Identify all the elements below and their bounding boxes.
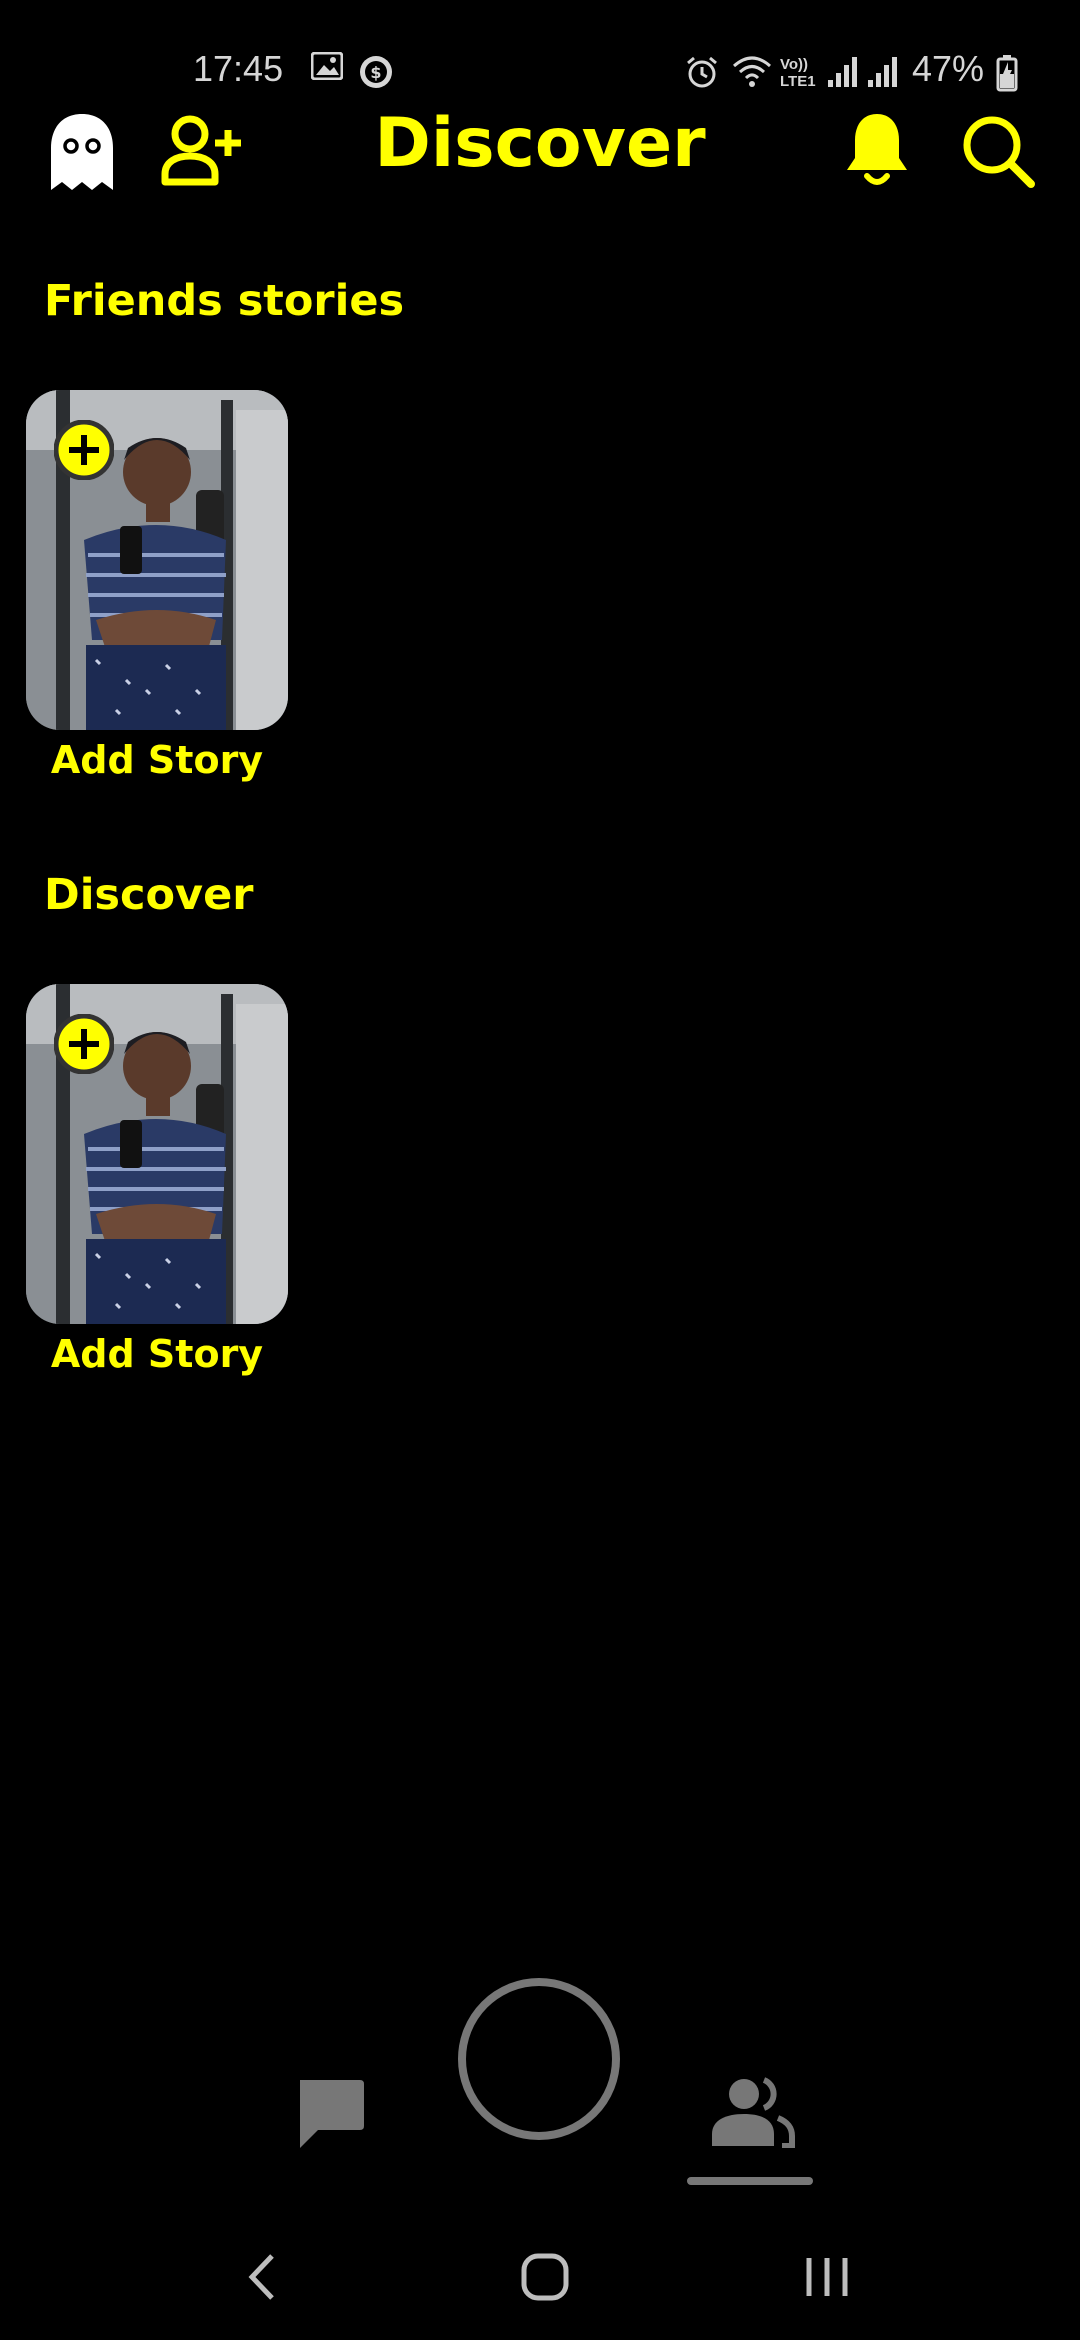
section-title-friends-stories: Friends stories <box>44 276 405 326</box>
search-icon[interactable] <box>961 114 1035 188</box>
bell-icon[interactable] <box>843 110 911 190</box>
svg-text:$: $ <box>370 63 381 82</box>
battery-percentage: 47% <box>912 48 985 89</box>
section-title-discover: Discover <box>44 870 254 920</box>
add-story-card[interactable] <box>26 390 288 730</box>
add-story-label[interactable]: Add Story <box>26 1332 288 1376</box>
recents-icon[interactable] <box>803 2252 851 2302</box>
signal-icon <box>868 57 897 87</box>
add-icon[interactable] <box>54 420 114 480</box>
friends-icon[interactable] <box>708 2074 796 2148</box>
add-icon[interactable] <box>54 1014 114 1074</box>
alarm-icon <box>687 56 717 88</box>
signal-icon <box>828 57 857 87</box>
home-icon[interactable] <box>520 2252 570 2302</box>
active-tab-indicator <box>687 2177 813 2185</box>
chat-icon[interactable] <box>292 2076 368 2152</box>
status-time: 17:45 <box>193 48 284 89</box>
back-icon[interactable] <box>246 2252 278 2302</box>
camera-capture-button[interactable] <box>456 1976 622 2142</box>
lte-label: LTE1 <box>780 73 816 90</box>
page-title: Discover <box>374 104 706 183</box>
volte-lte-icon: Vo)) LTE1 <box>780 56 822 90</box>
battery-icon <box>996 55 1018 92</box>
volte-label: Vo)) <box>780 56 809 73</box>
currency-icon: $ <box>360 56 392 88</box>
add-story-label[interactable]: Add Story <box>26 738 288 782</box>
wifi-icon <box>733 56 771 87</box>
add-story-card[interactable] <box>26 984 288 1324</box>
image-icon <box>311 52 343 80</box>
